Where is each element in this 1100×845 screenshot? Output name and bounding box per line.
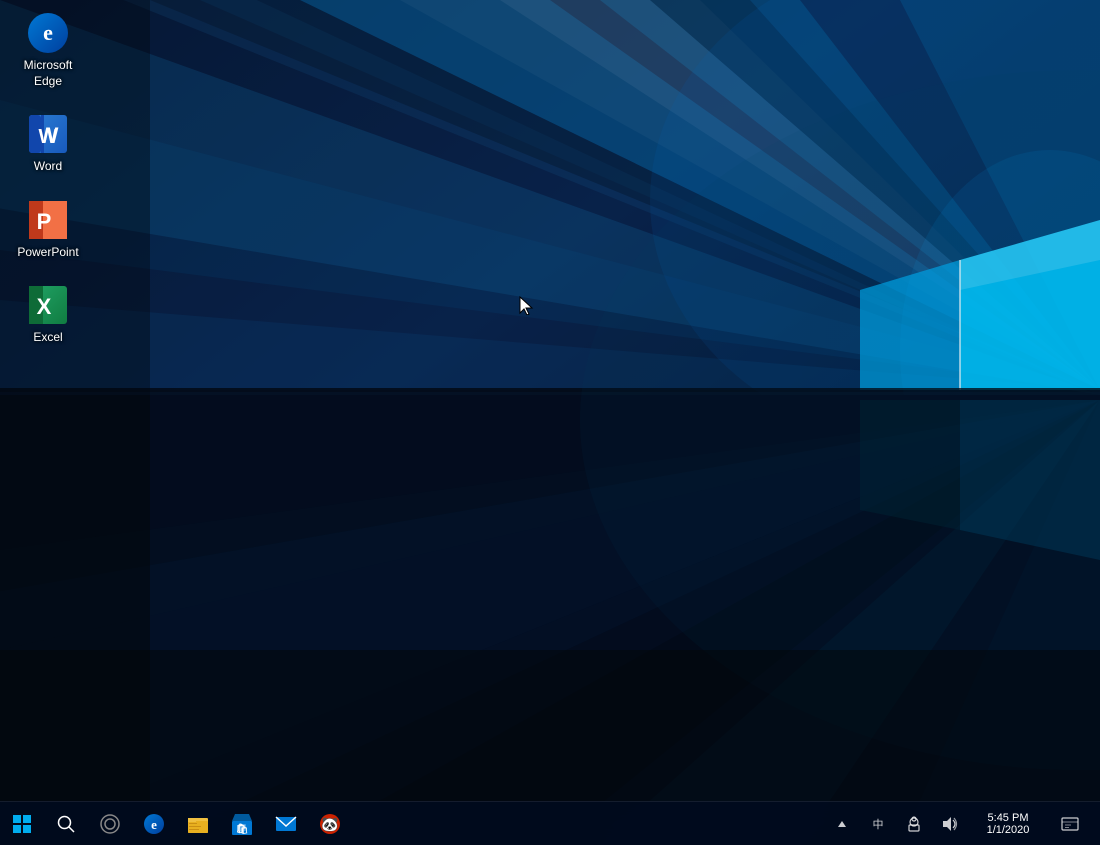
taskbar-pinned-button[interactable]: 🐼 [308,802,352,845]
excel-label: Excel [33,330,62,346]
word-icon-image: W W [27,113,69,155]
taskbar-edge-button[interactable]: e [132,802,176,845]
excel-icon: X [27,284,69,326]
svg-text:X: X [37,294,52,319]
svg-text:e: e [151,817,157,832]
start-icon [13,815,31,833]
taskbar: e 🛍 [0,801,1100,845]
word-icon: W W [27,113,69,155]
desktop-icon-powerpoint[interactable]: P PowerPoint [8,195,88,265]
tray-show-hidden-button[interactable] [824,802,860,845]
tray-language-button[interactable]: 中 [860,802,896,845]
wallpaper [0,0,1100,845]
desktop: e Microsoft Edge [0,0,1100,845]
mail-icon [275,813,297,835]
taskbar-search-button[interactable] [44,802,88,845]
pinned-app-icon: 🐼 [319,813,341,835]
svg-text:e: e [43,20,53,45]
desktop-icon-word[interactable]: W W Word [8,109,88,179]
desktop-icons: e Microsoft Edge [8,8,88,350]
svg-text:P: P [37,209,52,234]
clock-date: 1/1/2020 [987,824,1030,836]
taskbar-explorer-button[interactable] [176,802,220,845]
taskbar-cortana-button[interactable] [88,802,132,845]
svg-text:🛍: 🛍 [236,823,249,835]
system-tray: 中 5:45 PM 1/1/20 [816,802,1100,845]
powerpoint-label: PowerPoint [17,245,78,261]
search-icon [57,815,75,833]
powerpoint-icon: P [27,199,69,241]
volume-icon [941,815,959,833]
svg-text:🐼: 🐼 [321,816,339,832]
excel-icon-image: X [27,284,69,326]
edge-label: Microsoft Edge [24,58,73,89]
tray-volume-button[interactable] [932,802,968,845]
edge-icon: e [27,12,69,54]
explorer-icon [187,813,209,835]
start-button[interactable] [0,802,44,845]
notification-icon [1061,815,1079,833]
taskbar-clock[interactable]: 5:45 PM 1/1/2020 [968,802,1048,845]
language-label: 中 [873,816,884,832]
taskbar-mail-button[interactable] [264,802,308,845]
word-label: Word [34,159,62,175]
desktop-icon-edge[interactable]: e Microsoft Edge [8,8,88,93]
taskbar-store-button[interactable]: 🛍 [220,802,264,845]
chevron-up-icon [837,819,847,829]
clock-time: 5:45 PM [988,812,1029,824]
taskbar-edge-icon: e [143,813,165,835]
powerpoint-icon-image: P [27,199,69,241]
desktop-icon-excel[interactable]: X Excel [8,280,88,350]
network-icon [905,815,923,833]
tray-network-button[interactable] [896,802,932,845]
svg-text:W: W [39,126,58,148]
store-icon: 🛍 [231,813,253,835]
edge-icon-image: e [27,12,69,54]
notification-center-button[interactable] [1048,802,1092,845]
cortana-icon [100,814,120,834]
